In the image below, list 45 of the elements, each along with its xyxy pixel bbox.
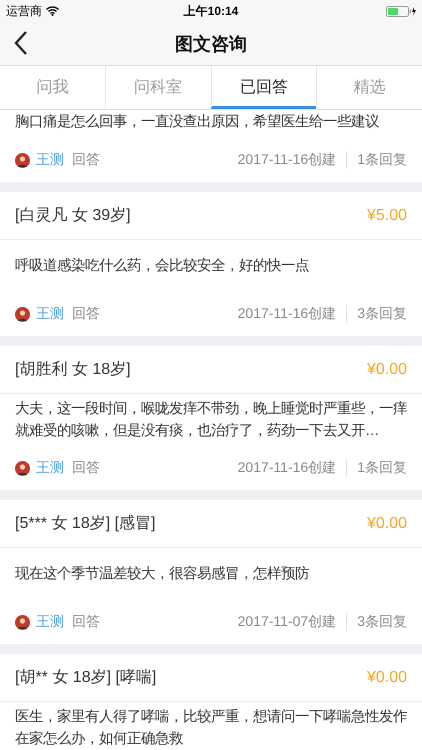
chevron-icon	[14, 31, 28, 55]
price: ¥0.00	[366, 514, 407, 532]
page-title: 图文咨询	[175, 32, 247, 56]
avatar-icon	[15, 152, 30, 168]
reply-count: 3条回复	[356, 305, 407, 323]
avatar-icon	[15, 306, 30, 322]
wifi-icon	[46, 6, 59, 16]
question-card[interactable]: [胡胜利 女 18岁] ¥0.00 大夫，这一段时间，喉咙发痒不带劲，晚上睡觉时严重些，一痒就难受的咳嗽，但是没有痰，也治疗了，药劲一下去又开… 王测 回答 2017-11-16创建 1条回复	[0, 346, 422, 490]
question-card[interactable]: [白灵凡 女 39岁] ¥5.00 呼吸道感染吃什么药，会比较安全，好的快一点 王测 回答 2017-11-16创建 3条回复	[0, 192, 422, 336]
doctor-name[interactable]: 王测	[36, 151, 64, 169]
doctor-name[interactable]: 王测	[36, 459, 64, 477]
patient-info: [胡** 女 18岁] [哮喘]	[15, 668, 156, 688]
question-text: 胸口痛是怎么回事，一直没查出原因，希望医生给一些建议	[15, 112, 380, 132]
question-text: 大夫，这一段时间，喉咙发痒不带劲，晚上睡觉时严重些，一痒就难受的咳嗽，但是没有痰，也治疗了，药劲一下去又开…	[15, 400, 407, 441]
question-card[interactable]: 胸口痛是怎么回事，一直没查出原因，希望医生给一些建议 王测 回答 2017-11-16创建 1条回复	[0, 110, 422, 182]
created-date: 2017-11-07创建	[238, 613, 348, 631]
answer-label: 回答	[72, 305, 100, 323]
question-text: 现在这个季节温差较大，很容易感冒，怎样预防	[15, 564, 310, 584]
answer-label: 回答	[72, 459, 100, 477]
carrier-name: 运营商	[6, 2, 42, 20]
created-date: 2017-11-16创建	[238, 305, 348, 323]
price: ¥5.00	[366, 206, 407, 224]
avatar-icon	[15, 614, 30, 630]
tab[interactable]: 已回答	[210, 66, 316, 109]
price: ¥0.00	[366, 668, 407, 686]
created-date: 2017-11-16创建	[238, 459, 348, 477]
avatar-icon	[15, 460, 30, 476]
patient-info: [胡胜利 女 18岁]	[15, 360, 131, 380]
created-date: 2017-11-16创建	[238, 151, 348, 169]
question-text: 医生，家里有人得了哮喘，比较严重，想请问一下哮喘急性发作在家怎么办，如何正确急救	[15, 708, 407, 749]
question-text: 呼吸道感染吃什么药，会比较安全，好的快一点	[15, 256, 310, 276]
price: ¥0.00	[366, 360, 407, 378]
answer-label: 回答	[72, 151, 100, 169]
reply-count: 3条回复	[356, 613, 407, 631]
question-card[interactable]: [5*** 女 18岁] [感冒] ¥0.00 现在这个季节温差较大，很容易感冒，怎样预防 王测 回答 2017-11-07创建 3条回复	[0, 500, 422, 644]
question-card[interactable]: [胡** 女 18岁] [哮喘] ¥0.00 医生，家里有人得了哮喘，比较严重，想请问一下哮喘急性发作在家怎么办，如何正确急救	[0, 654, 422, 750]
patient-info: [白灵凡 女 39岁]	[15, 206, 131, 226]
doctor-name[interactable]: 王测	[36, 613, 64, 631]
reply-count: 1条回复	[356, 459, 407, 477]
reply-count: 1条回复	[356, 151, 407, 169]
doctor-name[interactable]: 王测	[36, 305, 64, 323]
answer-label: 回答	[72, 613, 100, 631]
battery-icon	[386, 6, 416, 16]
clock-time: 上午10:14	[184, 2, 238, 20]
patient-info: [5*** 女 18岁] [感冒]	[15, 514, 156, 534]
